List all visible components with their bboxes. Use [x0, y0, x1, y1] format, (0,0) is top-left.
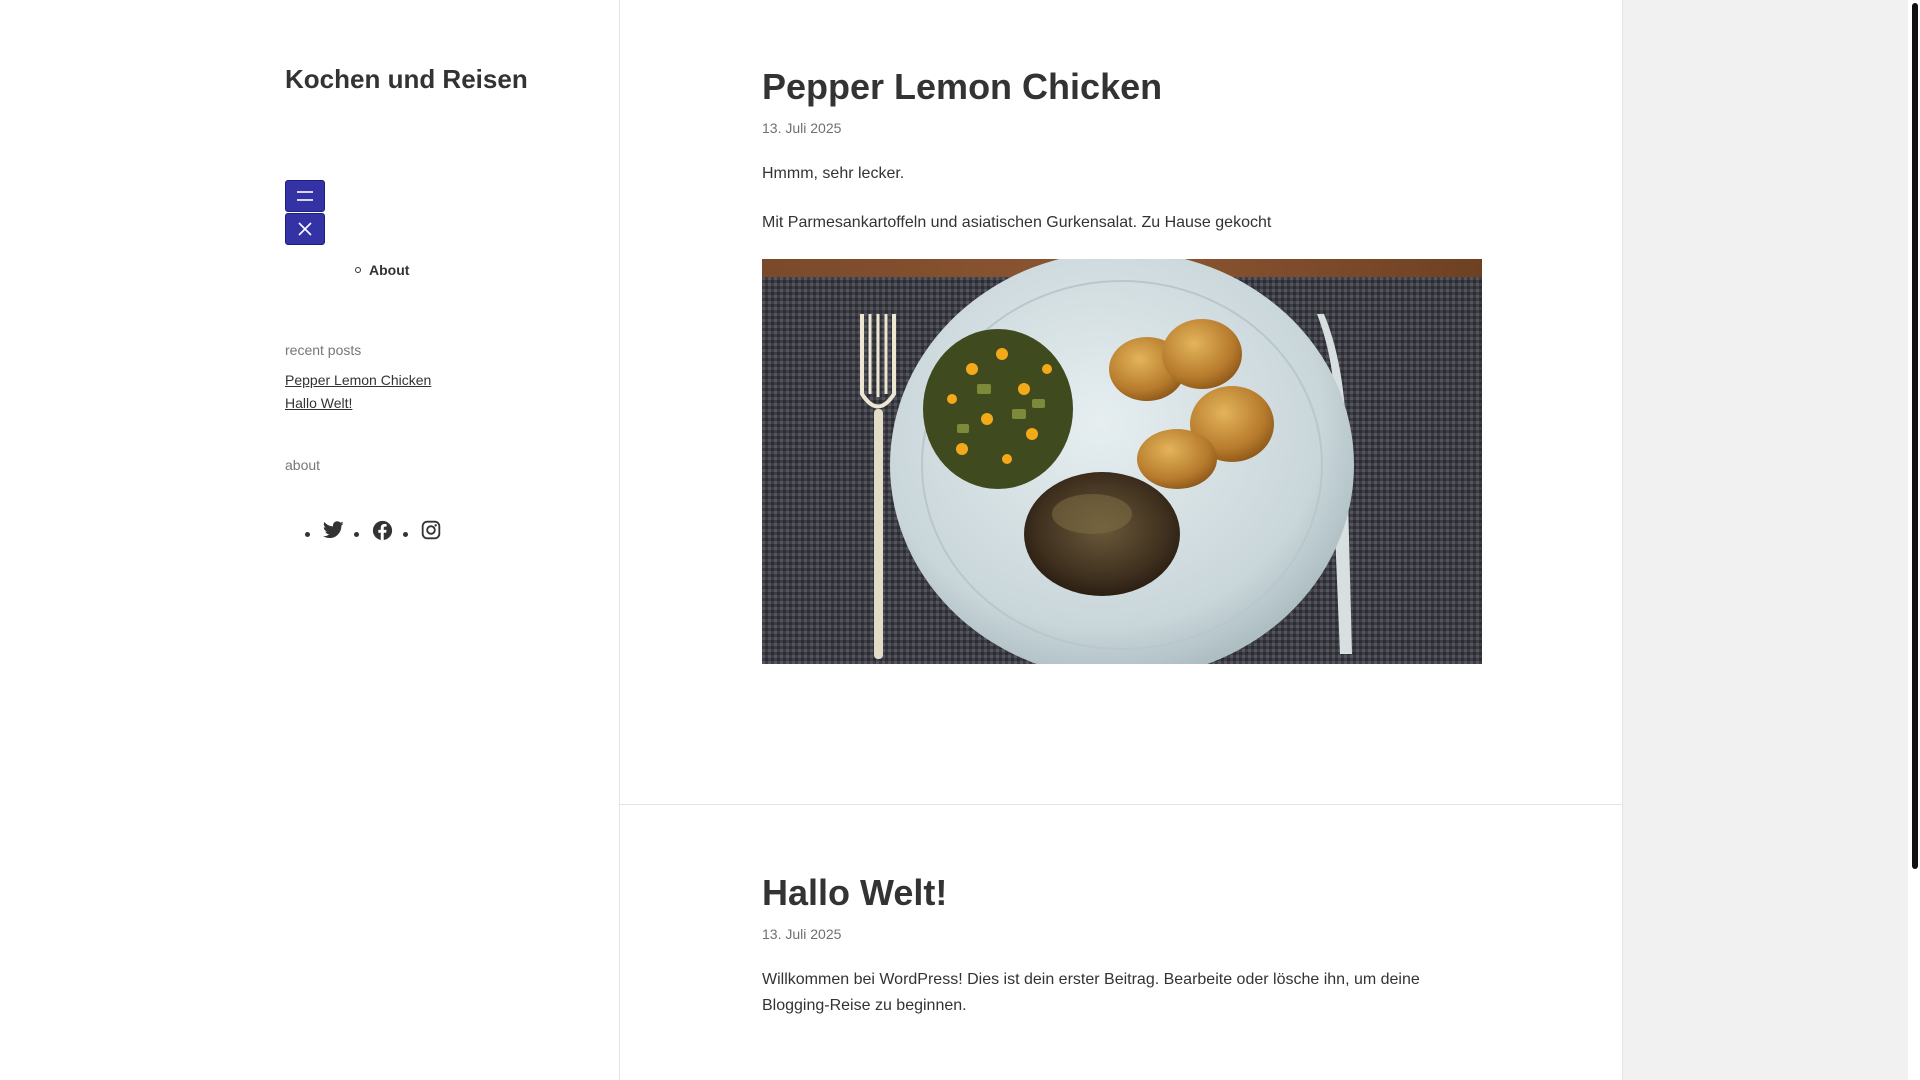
- primary-navigation: About: [355, 262, 409, 278]
- post-date[interactable]: 13. Juli 2025: [762, 926, 841, 942]
- sidebar: Kochen und Reisen About recent posts Pep…: [0, 0, 619, 1080]
- post-paragraph: Mit Parmesankartoffeln und asiatischen G…: [762, 214, 1272, 231]
- instagram-icon[interactable]: [420, 519, 442, 541]
- dinner-plate-photo: [762, 259, 1482, 664]
- nav-item-about: About: [355, 262, 409, 278]
- post-title[interactable]: Pepper Lemon Chicken: [762, 65, 1162, 109]
- list-bullet: [354, 532, 359, 537]
- list-item: Hallo Welt!: [285, 392, 431, 415]
- recent-post-link[interactable]: Hallo Welt!: [285, 395, 352, 411]
- list-bullet: [403, 532, 408, 537]
- menu-icon: [297, 191, 313, 201]
- recent-post-link[interactable]: Pepper Lemon Chicken: [285, 372, 431, 388]
- list-bullet: [305, 532, 310, 537]
- menu-close-button[interactable]: [285, 213, 325, 245]
- recent-posts-list: Pepper Lemon Chicken Hallo Welt!: [285, 369, 431, 415]
- post-paragraph: Willkommen bei WordPress! Dies ist dein …: [762, 971, 1420, 1014]
- post-divider: [619, 804, 1623, 805]
- list-bullet: [355, 267, 361, 273]
- facebook-icon[interactable]: [371, 519, 393, 541]
- close-icon: [298, 222, 312, 236]
- social-links: [305, 519, 452, 541]
- post-date[interactable]: 13. Juli 2025: [762, 120, 841, 136]
- about-widget-title: about: [285, 457, 321, 473]
- recent-posts-title: recent posts: [285, 342, 362, 358]
- post-title[interactable]: Hallo Welt!: [762, 871, 947, 915]
- twitter-icon[interactable]: [322, 519, 344, 541]
- list-item: Pepper Lemon Chicken: [285, 369, 431, 392]
- post-paragraph: Hmmm, sehr lecker.: [762, 165, 905, 182]
- menu-open-button[interactable]: [285, 180, 325, 212]
- nav-link-about[interactable]: About: [369, 262, 409, 278]
- scrollbar-thumb[interactable]: [1912, 3, 1918, 869]
- site-title[interactable]: Kochen und Reisen: [285, 62, 528, 96]
